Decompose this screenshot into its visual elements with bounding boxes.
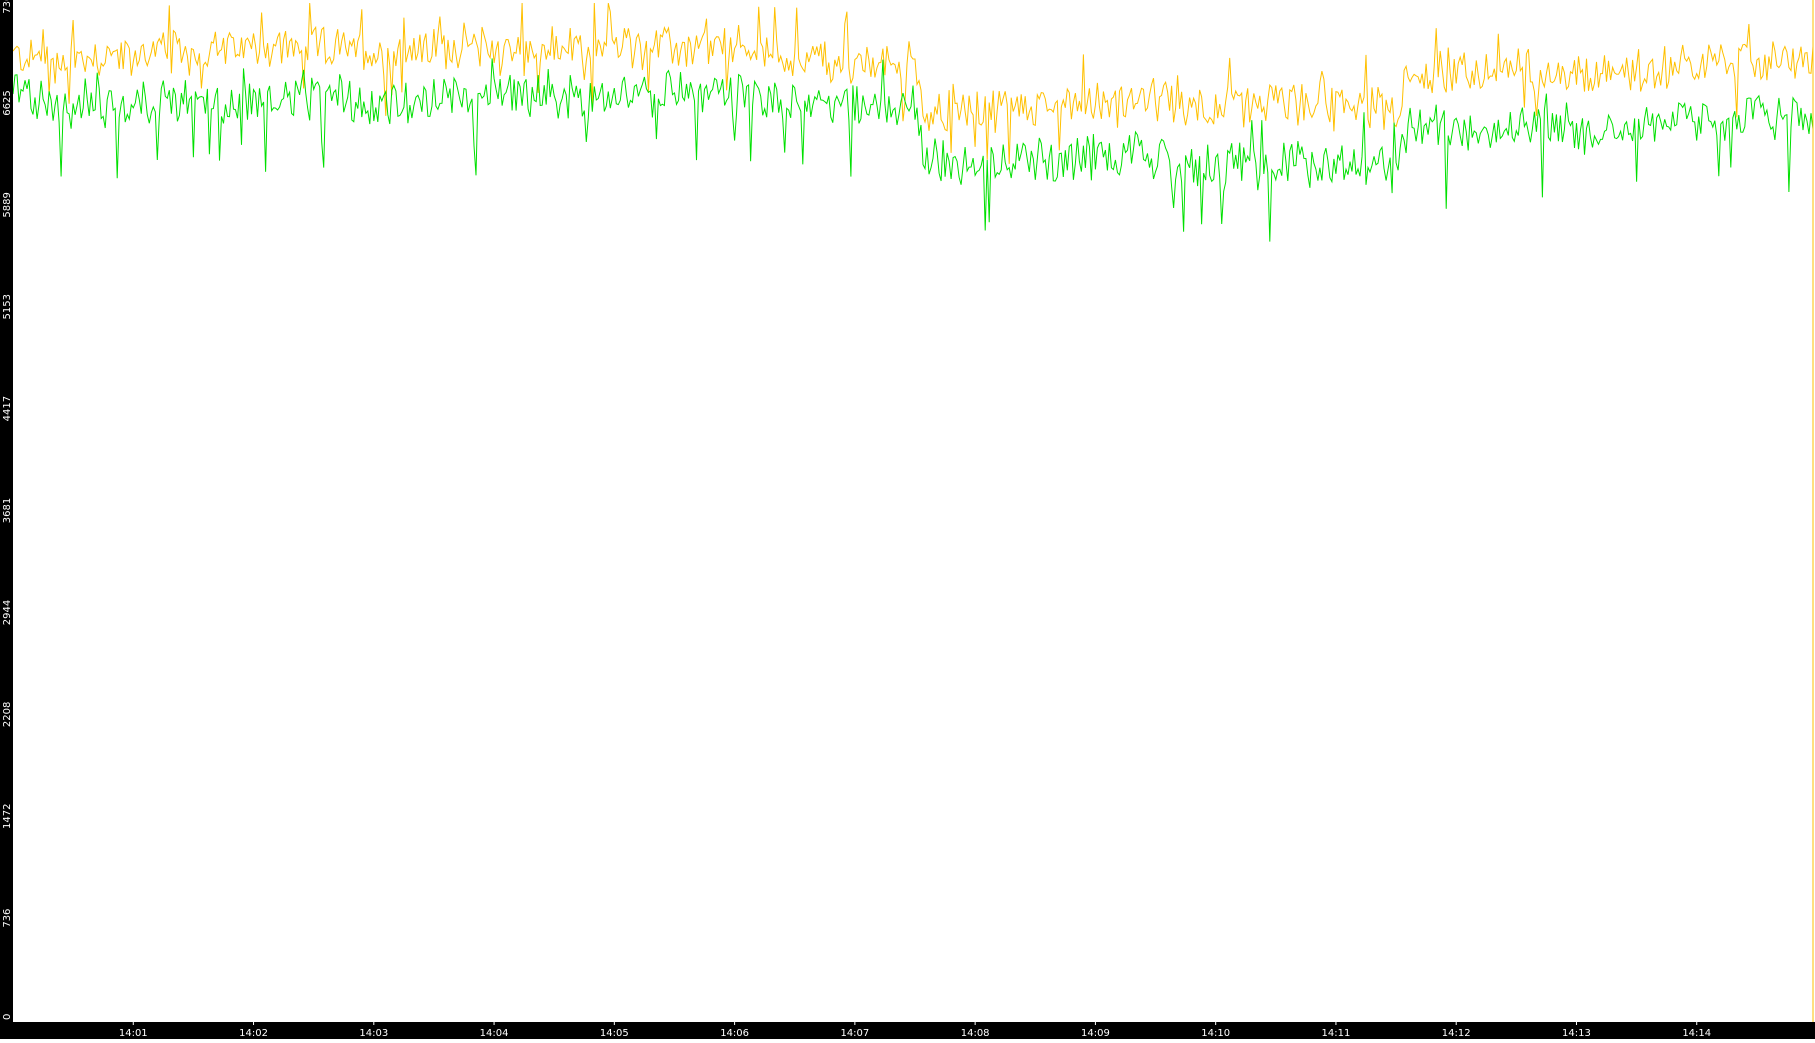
x-tick-label: 14:12 xyxy=(1442,1028,1471,1039)
y-tick-label: 2208 xyxy=(2,702,13,727)
plot-background xyxy=(0,0,1815,1039)
x-tick-label: 14:06 xyxy=(720,1028,749,1039)
x-tick-label: 14:03 xyxy=(359,1028,388,1039)
y-tick-label: 4417 xyxy=(2,396,13,421)
chart-canvas: 0 736 1472 2208 2944 3681 4417 5153 5889 6625 7362… xyxy=(0,0,1815,1039)
y-tick-label: 1472 xyxy=(2,804,13,829)
x-tick-label: 14:05 xyxy=(600,1028,629,1039)
x-tick-label: 14:01 xyxy=(119,1028,148,1039)
x-tick-label: 14:02 xyxy=(239,1028,268,1039)
x-tick-label: 14:04 xyxy=(480,1028,509,1039)
y-tick-label: 2944 xyxy=(2,600,13,625)
x-tick-label: 14:11 xyxy=(1322,1028,1351,1039)
y-tick-label: 0 xyxy=(2,1014,13,1020)
y-tick-label: 3681 xyxy=(2,498,13,523)
y-tick-label: 736 xyxy=(2,909,13,928)
x-tick-label: 14:14 xyxy=(1682,1028,1711,1039)
y-tick-label: 5889 xyxy=(2,192,13,217)
x-axis-band xyxy=(0,1022,1815,1039)
line-chart: 0 736 1472 2208 2944 3681 4417 5153 5889 6625 7362… xyxy=(0,0,1815,1039)
x-tick-label: 14:10 xyxy=(1201,1028,1230,1039)
x-tick-label: 14:09 xyxy=(1081,1028,1110,1039)
y-tick-label: 6625 xyxy=(2,90,13,115)
x-tick-label: 14:08 xyxy=(961,1028,990,1039)
y-tick-label: 5153 xyxy=(2,294,13,319)
y-tick-label: 7362 xyxy=(2,0,13,14)
x-tick-label: 14:07 xyxy=(840,1028,869,1039)
x-tick-label: 14:13 xyxy=(1562,1028,1591,1039)
